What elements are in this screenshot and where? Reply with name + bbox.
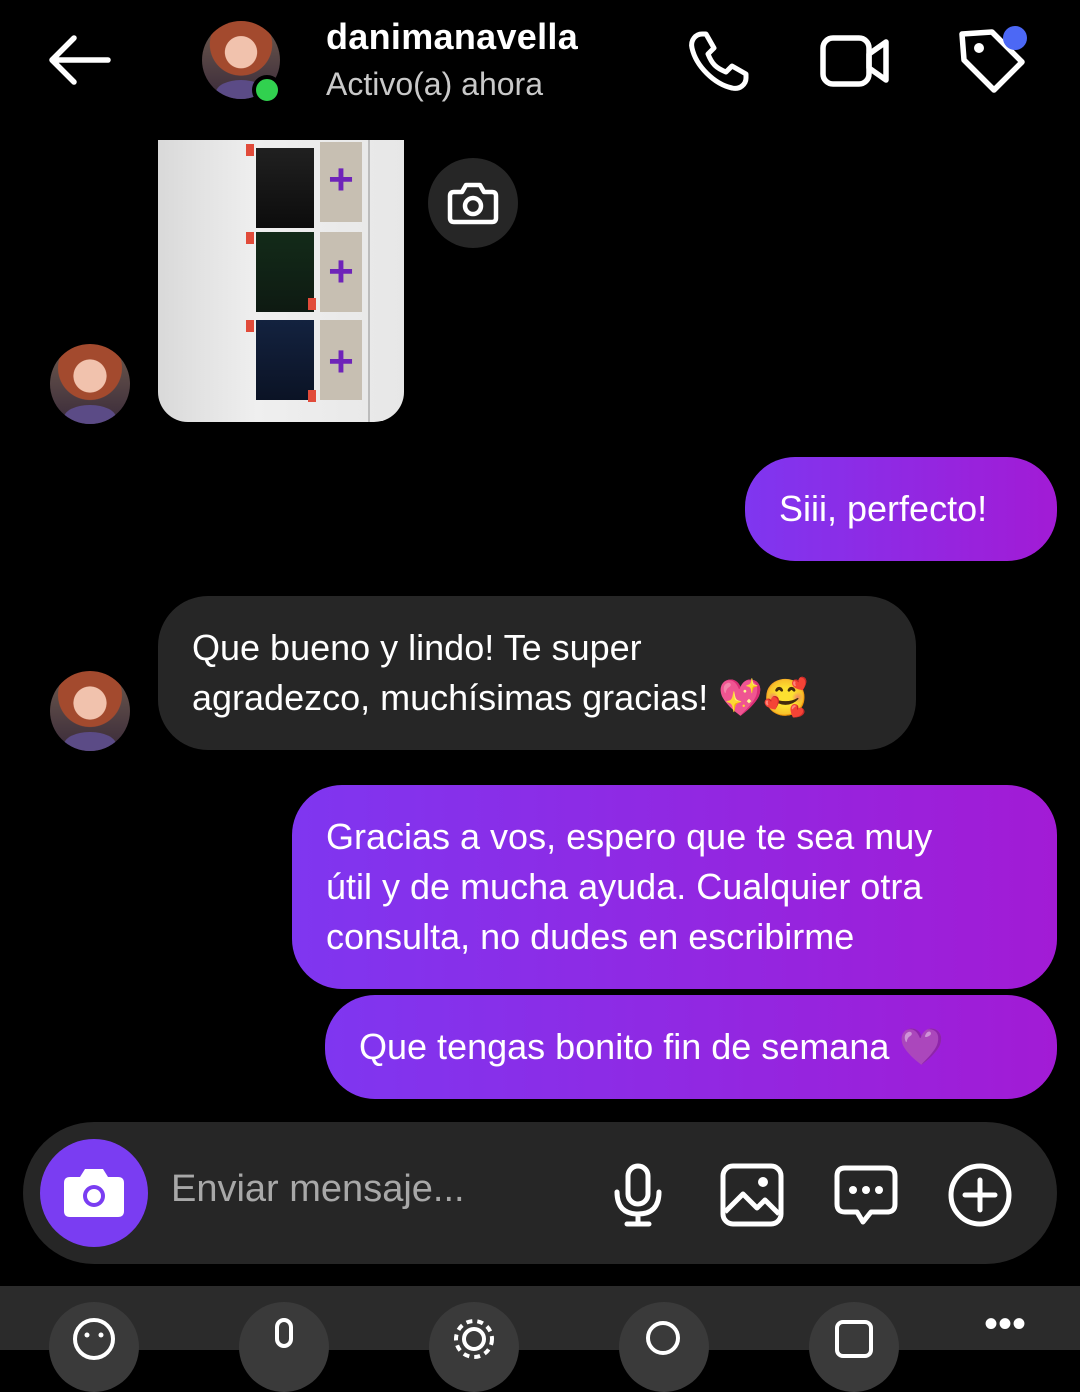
contact-status: Activo(a) ahora [326, 66, 543, 102]
plus-mark: + [328, 247, 354, 296]
incoming-message[interactable]: Que bueno y lindo! Te super agradezco, m… [158, 596, 916, 750]
camera-reply-button[interactable] [428, 158, 518, 248]
microphone-icon [614, 1163, 662, 1227]
message-text-line: Que bueno y lindo! Te super [192, 627, 642, 668]
plus-circle-icon [948, 1163, 1012, 1227]
phone-icon [689, 31, 749, 91]
photo-panel [256, 320, 314, 400]
back-button[interactable] [40, 28, 120, 92]
sticker-button[interactable] [831, 1160, 901, 1230]
chat-bubble-icon [834, 1165, 898, 1225]
outgoing-message[interactable]: Que tengas bonito fin de semana 💜 [325, 995, 1057, 1099]
red-marker [246, 144, 254, 156]
keyboard-toolbar: ••• [0, 1286, 1080, 1392]
photo-panel [256, 148, 314, 228]
message-text: Que tengas bonito fin de semana 💜 [359, 1026, 945, 1067]
video-camera-icon [820, 35, 889, 87]
outgoing-message[interactable]: Siii, perfecto! [745, 457, 1057, 561]
search-icon [646, 1321, 680, 1355]
photo-panel [256, 232, 314, 312]
sender-avatar[interactable] [50, 671, 130, 751]
gallery-button[interactable] [717, 1160, 787, 1230]
gear-icon [454, 1319, 494, 1359]
voice-message-button[interactable] [603, 1160, 673, 1230]
message-text-line: agradezco, muchísimas gracias! 💖🥰 [192, 677, 808, 718]
search-key[interactable] [619, 1302, 709, 1392]
voice-key[interactable] [239, 1302, 329, 1392]
message-text-line: consulta, no dudes en escribirme [326, 916, 855, 957]
plus-mark: + [328, 155, 354, 204]
message-text-line: Gracias a vos, espero que te sea muy [326, 816, 933, 857]
image-icon [720, 1163, 784, 1227]
emoji-icon [73, 1318, 115, 1360]
back-arrow-icon [49, 35, 111, 85]
red-marker [308, 298, 316, 310]
more-keys-icon[interactable]: ••• [984, 1304, 1026, 1344]
photo-divider [368, 140, 370, 422]
settings-key[interactable] [429, 1302, 519, 1392]
image-key[interactable] [809, 1302, 899, 1392]
message-input[interactable]: Enviar mensaje... [171, 1168, 465, 1211]
microphone-icon [275, 1318, 293, 1348]
online-indicator [252, 75, 282, 105]
red-marker [246, 320, 254, 332]
camera-button[interactable] [40, 1139, 148, 1247]
notification-dot [1003, 26, 1027, 50]
video-call-button[interactable] [818, 26, 892, 96]
photo-message[interactable]: + + + [158, 140, 404, 422]
voice-call-button[interactable] [684, 26, 754, 96]
image-share-icon [835, 1320, 873, 1358]
contact-username[interactable]: danimanavella [326, 16, 578, 58]
more-options-button[interactable] [945, 1160, 1015, 1230]
camera-icon [447, 182, 499, 225]
outgoing-message[interactable]: Gracias a vos, espero que te sea muy úti… [292, 785, 1057, 989]
red-marker [308, 390, 316, 402]
camera-icon [64, 1169, 124, 1217]
plus-mark: + [328, 337, 354, 386]
red-marker [246, 232, 254, 244]
sender-avatar[interactable] [50, 344, 130, 424]
chat-header: danimanavella Activo(a) ahora [0, 0, 1080, 130]
emoji-key[interactable] [49, 1302, 139, 1392]
message-text: Siii, perfecto! [779, 488, 988, 529]
message-composer: Enviar mensaje... [23, 1122, 1057, 1264]
message-text-line: útil y de mucha ayuda. Cualquier otra [326, 866, 923, 907]
